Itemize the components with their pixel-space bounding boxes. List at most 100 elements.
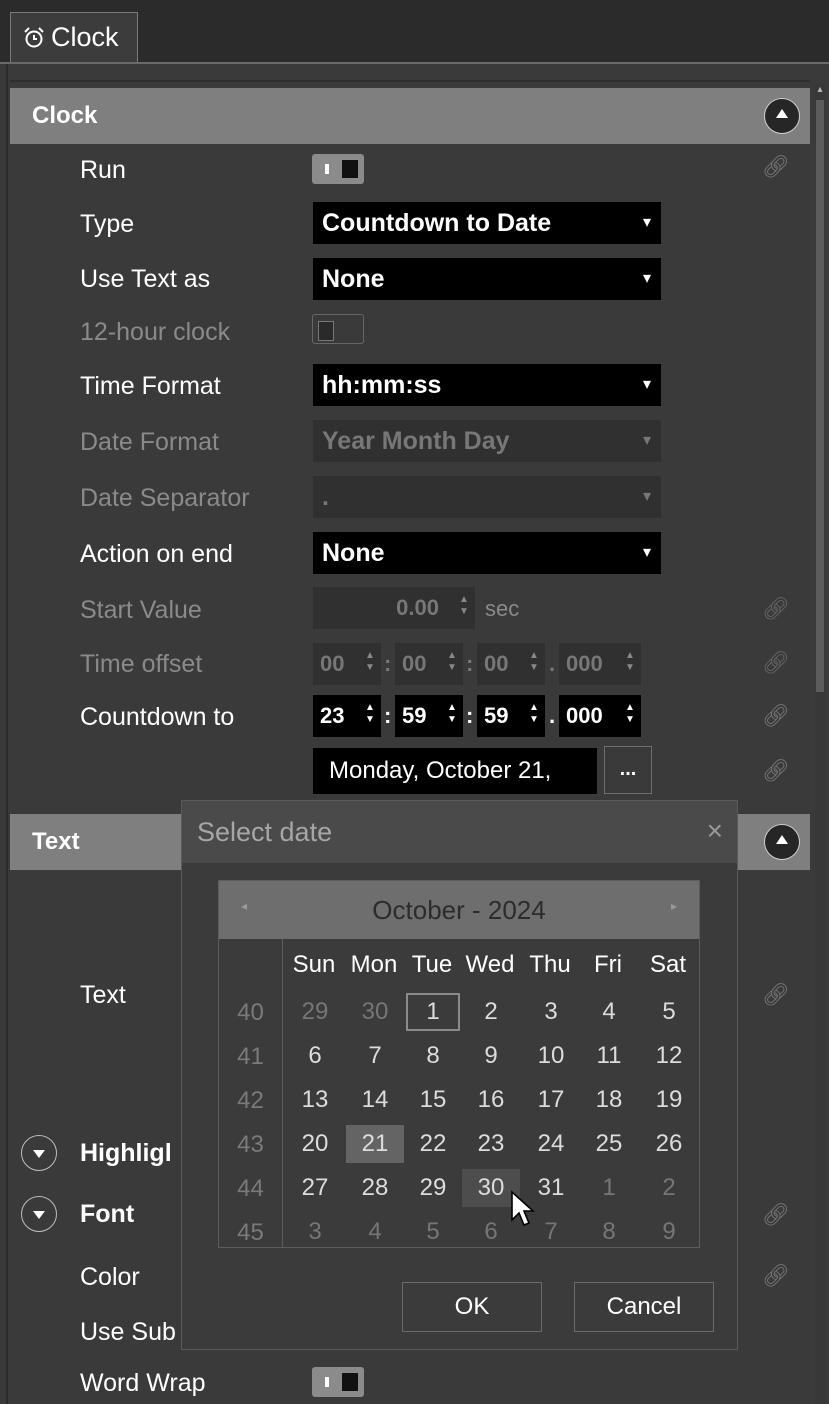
- calendar-day[interactable]: 3: [286, 1213, 344, 1251]
- panel-border: [6, 64, 8, 1404]
- calendar-day[interactable]: 13: [286, 1081, 344, 1119]
- time-format-dropdown[interactable]: hh:mm:ss: [313, 364, 661, 406]
- calendar-day[interactable]: 17: [522, 1081, 580, 1119]
- calendar-day[interactable]: 29: [404, 1169, 462, 1207]
- open-date-picker-button[interactable]: ...: [604, 746, 652, 794]
- separator: .: [549, 651, 556, 676]
- calendar-day[interactable]: 9: [640, 1213, 698, 1251]
- label-action-on-end: Action on end: [80, 540, 233, 568]
- stepper-arrows-icon[interactable]: ▲ ▼: [624, 702, 636, 730]
- calendar-day[interactable]: 12: [640, 1037, 698, 1075]
- calendar-day[interactable]: 19: [640, 1081, 698, 1119]
- scrollbar-thumb[interactable]: [816, 100, 824, 692]
- section-header-clock[interactable]: Clock: [10, 88, 810, 144]
- link-icon[interactable]: 🔗︎: [762, 982, 790, 1008]
- calendar-day[interactable]: 5: [640, 993, 698, 1031]
- collapse-icon[interactable]: [764, 98, 800, 134]
- separator: :: [466, 703, 474, 728]
- calendar-day[interactable]: 18: [580, 1081, 638, 1119]
- countdown-hours[interactable]: 23 ▲ ▼: [313, 695, 381, 737]
- label-use-text-as: Use Text as: [80, 265, 211, 293]
- dialog-header: Select date ×: [182, 801, 737, 863]
- calendar-day[interactable]: 6: [286, 1037, 344, 1075]
- label-time-format: Time Format: [80, 372, 221, 400]
- label-highlight: Highligl: [80, 1139, 172, 1167]
- calendar-month-label[interactable]: October - 2024: [219, 895, 699, 926]
- link-icon[interactable]: 🔗︎: [762, 1263, 790, 1289]
- use-text-as-dropdown[interactable]: None: [313, 258, 661, 300]
- close-icon[interactable]: ×: [707, 815, 723, 847]
- date-format-dropdown: Year Month Day: [313, 420, 661, 462]
- countdown-seconds[interactable]: 59 ▲ ▼: [477, 695, 545, 737]
- countdown-minutes[interactable]: 59 ▲ ▼: [395, 695, 463, 737]
- calendar-day[interactable]: 25: [580, 1125, 638, 1163]
- calendar-day[interactable]: 1: [406, 993, 460, 1031]
- calendar-day[interactable]: 4: [580, 993, 638, 1031]
- next-month-icon[interactable]: ▸: [671, 899, 677, 913]
- calendar-day[interactable]: 5: [404, 1213, 462, 1251]
- tab-clock[interactable]: Clock: [10, 12, 138, 62]
- calendar-day[interactable]: 7: [346, 1037, 404, 1075]
- expand-icon[interactable]: [21, 1196, 57, 1232]
- label-countdown-to: Countdown to: [80, 703, 235, 731]
- calendar-day[interactable]: 2: [462, 993, 520, 1031]
- collapse-icon[interactable]: [764, 824, 800, 860]
- calendar-day[interactable]: 8: [580, 1213, 638, 1251]
- link-icon[interactable]: 🔗︎: [762, 154, 790, 180]
- label-type: Type: [80, 210, 135, 238]
- calendar-day[interactable]: 1: [580, 1169, 638, 1207]
- stepper-arrows-icon: ▲ ▼: [529, 650, 539, 673]
- calendar-day[interactable]: 29: [286, 993, 344, 1031]
- action-on-end-dropdown[interactable]: None: [313, 532, 661, 574]
- scroll-up-arrow-icon[interactable]: ▴: [815, 84, 825, 98]
- tab-clock-label: Clock: [51, 22, 119, 52]
- section-title: Clock: [32, 102, 98, 129]
- word-wrap-toggle[interactable]: [312, 1367, 364, 1397]
- calendar-day[interactable]: 10: [522, 1037, 580, 1075]
- link-icon[interactable]: 🔗︎: [762, 703, 790, 729]
- calendar-day[interactable]: 11: [580, 1037, 638, 1075]
- label-date-separator: Date Separator: [80, 484, 250, 512]
- calendar-day[interactable]: 14: [346, 1081, 404, 1119]
- countdown-milliseconds[interactable]: 000 ▲ ▼: [559, 695, 641, 737]
- label-run: Run: [80, 156, 126, 184]
- calendar-day[interactable]: 21: [346, 1125, 404, 1163]
- tab-divider: [0, 62, 829, 64]
- run-toggle[interactable]: [312, 154, 364, 184]
- milliseconds-value: 000: [566, 651, 603, 676]
- ok-button[interactable]: OK: [402, 1282, 542, 1332]
- calendar-day[interactable]: 2: [640, 1169, 698, 1207]
- calendar-day[interactable]: 15: [404, 1081, 462, 1119]
- calendar-day[interactable]: 23: [462, 1125, 520, 1163]
- date-separator-dropdown: .: [313, 476, 661, 518]
- link-icon[interactable]: 🔗︎: [762, 1202, 790, 1228]
- panel-top-line: [10, 80, 810, 82]
- calendar-day[interactable]: 16: [462, 1081, 520, 1119]
- calendar-day[interactable]: 8: [404, 1037, 462, 1075]
- calendar-day[interactable]: 24: [522, 1125, 580, 1163]
- week-number: 44: [237, 1175, 264, 1202]
- expand-icon[interactable]: [21, 1135, 57, 1171]
- type-dropdown[interactable]: Countdown to Date: [313, 202, 661, 244]
- stepper-arrows-icon: ▲ ▼: [447, 650, 457, 673]
- link-icon[interactable]: 🔗︎: [762, 758, 790, 784]
- dialog-title: Select date: [197, 817, 333, 847]
- cancel-button[interactable]: Cancel: [574, 1282, 714, 1332]
- label-start-value: Start Value: [80, 596, 202, 624]
- stepper-arrows-icon[interactable]: ▲ ▼: [364, 702, 376, 730]
- countdown-date-field[interactable]: Monday, October 21,: [313, 748, 597, 794]
- calendar-day[interactable]: 26: [640, 1125, 698, 1163]
- mouse-cursor-icon: [511, 1190, 536, 1227]
- calendar-day[interactable]: 3: [522, 993, 580, 1031]
- milliseconds-value: 000: [566, 703, 603, 728]
- calendar-day[interactable]: 9: [462, 1037, 520, 1075]
- calendar-day[interactable]: 27: [286, 1169, 344, 1207]
- stepper-arrows-icon[interactable]: ▲ ▼: [528, 702, 540, 730]
- calendar-day[interactable]: 22: [404, 1125, 462, 1163]
- calendar-day[interactable]: 20: [286, 1125, 344, 1163]
- calendar-day[interactable]: 30: [346, 993, 404, 1031]
- label-text: Text: [80, 981, 126, 1009]
- calendar-day[interactable]: 4: [346, 1213, 404, 1251]
- calendar-day[interactable]: 28: [346, 1169, 404, 1207]
- stepper-arrows-icon[interactable]: ▲ ▼: [446, 702, 458, 730]
